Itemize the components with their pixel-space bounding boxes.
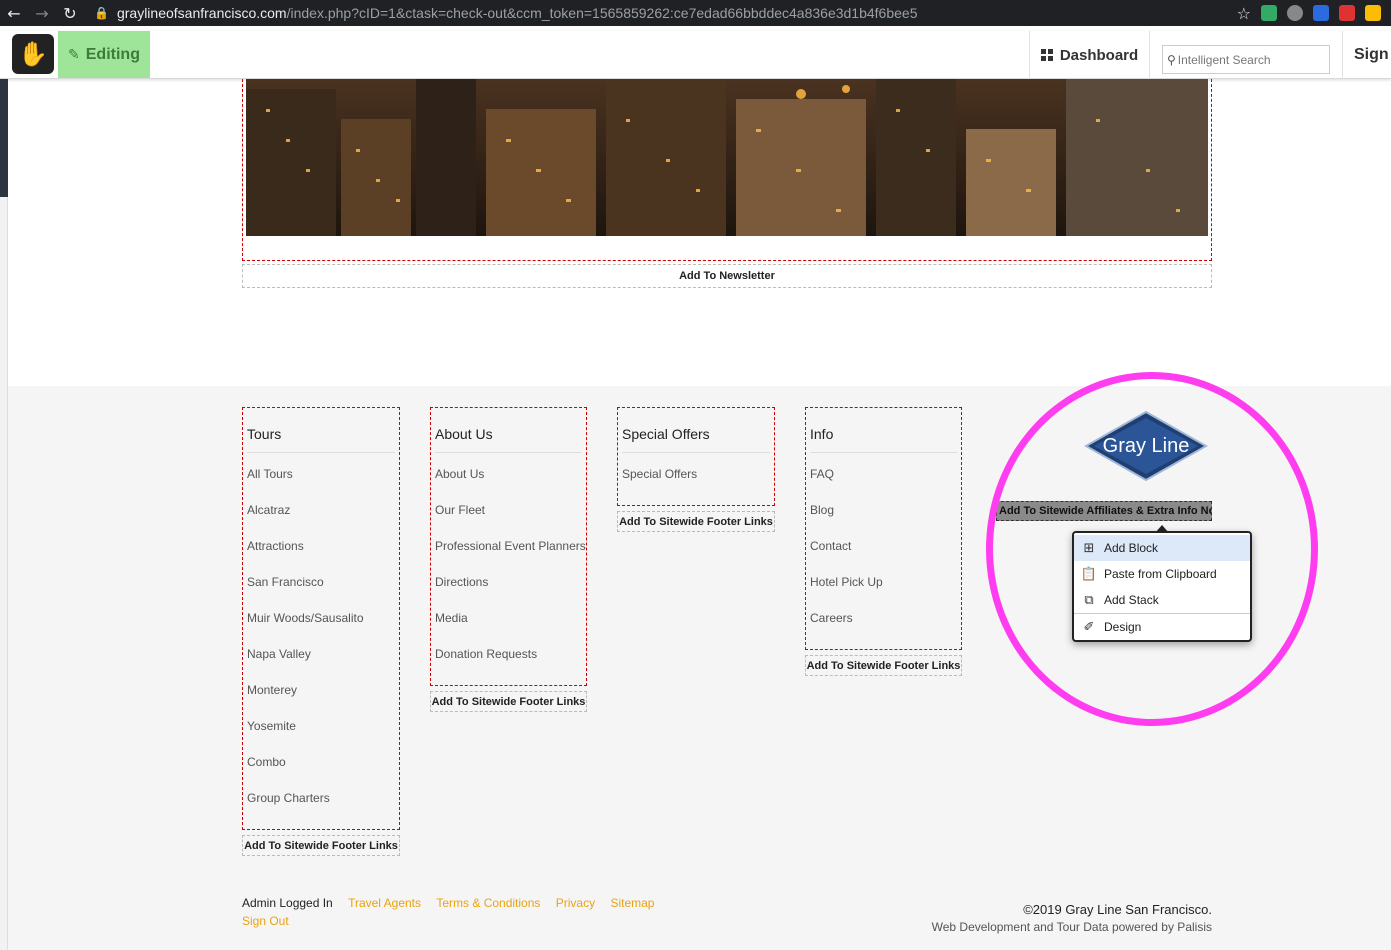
back-arrow-icon[interactable]: ←: [0, 0, 28, 26]
city-night-photo: [246, 79, 1208, 236]
footer-link[interactable]: Alcatraz: [247, 503, 290, 517]
admin-logged-in-text: Admin Logged In: [242, 896, 333, 910]
extension-icon[interactable]: [1287, 5, 1303, 21]
add-to-footer-links-button[interactable]: Add To Sitewide Footer Links: [617, 511, 775, 532]
add-to-footer-links-button[interactable]: Add To Sitewide Footer Links: [430, 691, 587, 712]
sign-out-link[interactable]: Sign Out: [242, 914, 289, 928]
menu-item-label: Add Stack: [1104, 593, 1159, 607]
footer-link[interactable]: San Francisco: [247, 575, 324, 589]
powered-by-text: Web Development and Tour Data powered by…: [931, 920, 1212, 934]
gray-line-logo[interactable]: Gray Line: [1083, 410, 1209, 482]
forward-arrow-icon[interactable]: →: [28, 0, 56, 26]
footer-link[interactable]: Professional Event Planners: [435, 539, 586, 553]
extension-icon[interactable]: [1339, 5, 1355, 21]
footer-link[interactable]: All Tours: [247, 467, 293, 481]
cms-toolbar: ✋ ✎ Editing Dashboard ⚲ Intelligent Sear…: [0, 31, 1391, 79]
window-edge: [0, 197, 8, 950]
footer-bottom-links: Admin Logged In Travel Agents Terms & Co…: [242, 896, 654, 910]
concrete5-logo-icon[interactable]: ✋: [12, 34, 54, 74]
footer-link[interactable]: Contact: [810, 539, 851, 553]
intelligent-search-input[interactable]: ⚲ Intelligent Search: [1162, 45, 1330, 74]
address-bar[interactable]: 🔒 graylineofsanfrancisco.com/index.php?c…: [94, 5, 917, 21]
footer-link[interactable]: Blog: [810, 503, 834, 517]
dashboard-button[interactable]: Dashboard: [1029, 31, 1150, 79]
stack-icon: ⧉: [1084, 592, 1094, 608]
extension-icon[interactable]: [1313, 5, 1329, 21]
footer-link[interactable]: Group Charters: [247, 791, 330, 805]
design-brush-icon: ✐: [1083, 619, 1095, 635]
footer-link[interactable]: Napa Valley: [247, 647, 311, 661]
menu-item-design[interactable]: ✐ Design: [1074, 614, 1250, 640]
footer-link[interactable]: Careers: [810, 611, 853, 625]
footer-link[interactable]: About Us: [435, 467, 484, 481]
hero-image-block[interactable]: [242, 79, 1212, 261]
menu-item-paste-from-clipboard[interactable]: 📋 Paste from Clipboard: [1074, 561, 1250, 587]
url-host: graylineofsanfrancisco.com: [116, 5, 287, 21]
editing-label: Editing: [85, 45, 140, 63]
footer-link[interactable]: Attractions: [247, 539, 304, 553]
footer-link[interactable]: Muir Woods/Sausalito: [247, 611, 364, 625]
menu-item-label: Paste from Clipboard: [1104, 567, 1217, 581]
bookmark-star-icon[interactable]: ☆: [1237, 4, 1251, 23]
footer-link[interactable]: Combo: [247, 755, 286, 769]
divider: [247, 452, 395, 453]
footer-link[interactable]: Media: [435, 611, 468, 625]
menu-item-label: Add Block: [1104, 541, 1159, 555]
dashboard-label: Dashboard: [1059, 46, 1139, 64]
footer-column-tours[interactable]: Tours All Tours Alcatraz Attractions San…: [242, 407, 400, 830]
add-to-newsletter-area[interactable]: Add To Newsletter: [242, 264, 1212, 288]
footer-column-special-offers[interactable]: Special Offers Special Offers: [617, 407, 775, 506]
menu-item-add-block[interactable]: ⊞ Add Block: [1074, 535, 1250, 561]
travel-agents-link[interactable]: Travel Agents: [348, 896, 421, 910]
privacy-link[interactable]: Privacy: [556, 896, 595, 910]
footer-link[interactable]: FAQ: [810, 467, 834, 481]
browser-toolbar: ← → ↻ 🔒 graylineofsanfrancisco.com/index…: [0, 0, 1391, 26]
dashboard-grid-icon: [1040, 49, 1053, 61]
area-context-menu: ⊞ Add Block 📋 Paste from Clipboard ⧉ Add…: [1072, 531, 1252, 642]
divider: [622, 452, 770, 453]
clipboard-icon: 📋: [1080, 566, 1098, 582]
google-extension-icon[interactable]: [1365, 5, 1381, 21]
footer-column-info[interactable]: Info FAQ Blog Contact Hotel Pick Up Care…: [805, 407, 962, 650]
column-title: Info: [810, 426, 834, 442]
sign-out-label: Sign Out: [1354, 46, 1391, 63]
add-to-footer-links-button[interactable]: Add To Sitewide Footer Links: [805, 655, 962, 676]
add-block-icon: ⊞: [1083, 540, 1095, 556]
copyright-text: ©2019 Gray Line San Francisco.: [1023, 902, 1212, 917]
add-to-affiliates-area[interactable]: Add To Sitewide Affiliates & Extra Info …: [996, 501, 1212, 521]
menu-item-label: Design: [1104, 620, 1142, 634]
lock-icon: 🔒: [94, 6, 109, 20]
footer-link[interactable]: Donation Requests: [435, 647, 537, 661]
search-icon: ⚲: [1167, 52, 1176, 67]
search-placeholder: Intelligent Search: [1177, 52, 1271, 67]
reload-icon[interactable]: ↻: [56, 0, 84, 26]
logo-text: Gray Line: [1103, 435, 1190, 457]
footer-link[interactable]: Our Fleet: [435, 503, 485, 517]
footer-column-about-us[interactable]: About Us About Us Our Fleet Professional…: [430, 407, 587, 686]
footer-link[interactable]: Monterey: [247, 683, 297, 697]
browser-extensions: ☆: [1237, 0, 1391, 26]
footer-link[interactable]: Special Offers: [622, 467, 697, 481]
extension-icon[interactable]: [1261, 5, 1277, 21]
footer-link[interactable]: Directions: [435, 575, 488, 589]
column-title: Special Offers: [622, 426, 710, 442]
affiliates-label: Add To Sitewide Affiliates & Extra Info …: [999, 505, 1212, 517]
divider: [810, 452, 957, 453]
menu-item-add-stack[interactable]: ⧉ Add Stack: [1074, 587, 1250, 613]
divider: [435, 452, 582, 453]
column-title: Tours: [247, 426, 282, 442]
window-edge: [0, 79, 8, 197]
add-to-footer-links-button[interactable]: Add To Sitewide Footer Links: [242, 835, 400, 856]
sign-out-button[interactable]: Sign Out: [1342, 31, 1391, 79]
footer-link[interactable]: Yosemite: [247, 719, 296, 733]
pencil-icon: ✎: [68, 46, 80, 63]
sitemap-link[interactable]: Sitemap: [610, 896, 654, 910]
footer-link[interactable]: Hotel Pick Up: [810, 575, 883, 589]
url-path: /index.php?cID=1&ctask=check-out&ccm_tok…: [286, 5, 918, 21]
editing-button[interactable]: ✎ Editing: [58, 31, 150, 78]
column-title: About Us: [435, 426, 493, 442]
terms-conditions-link[interactable]: Terms & Conditions: [436, 896, 540, 910]
